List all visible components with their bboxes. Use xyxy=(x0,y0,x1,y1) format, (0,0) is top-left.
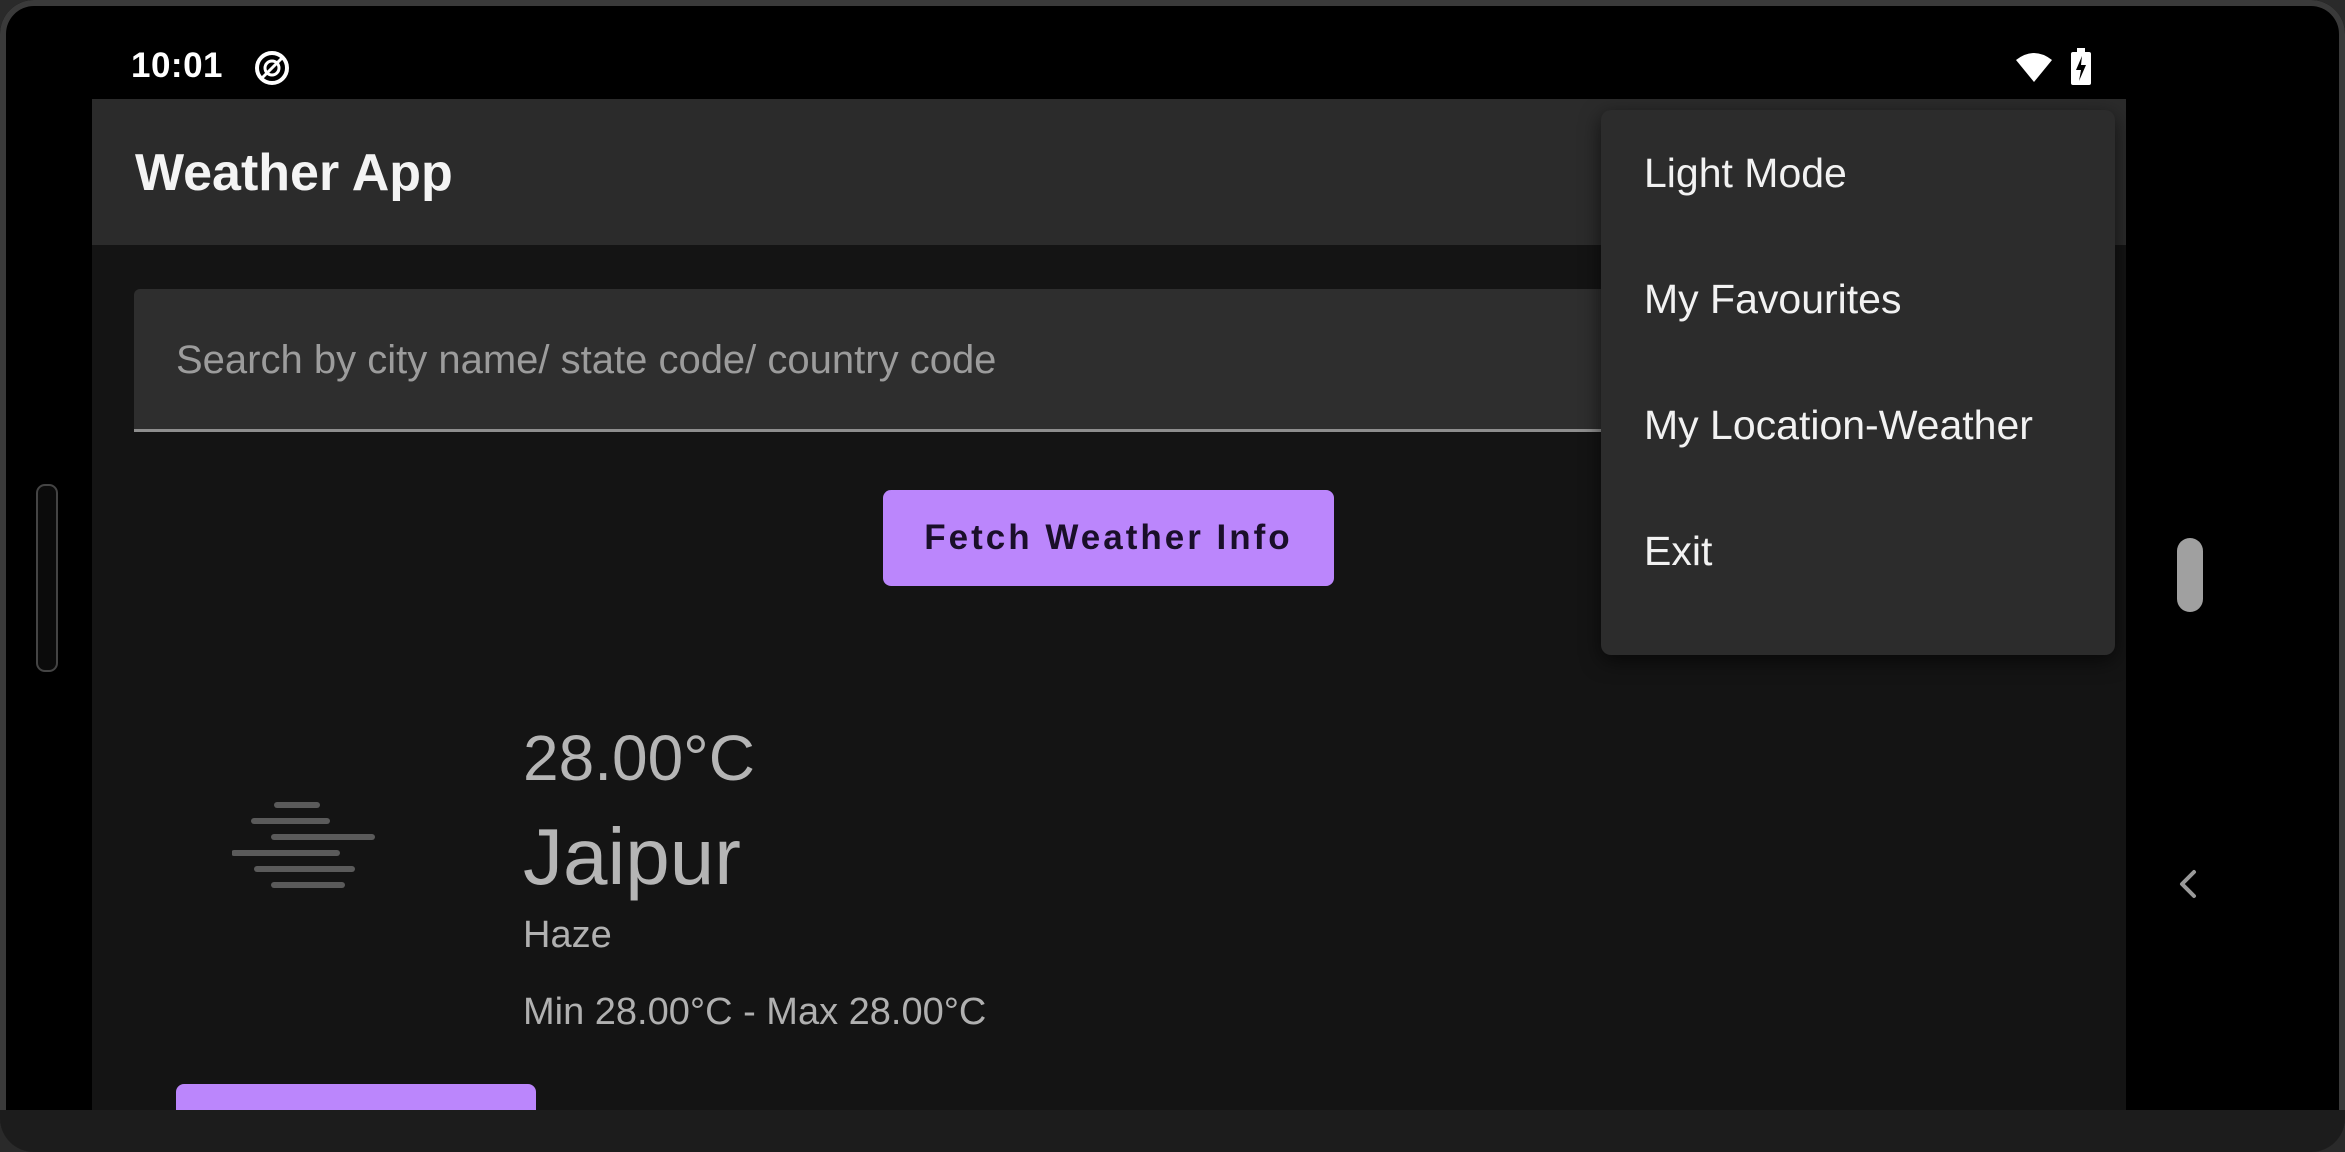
app-title: Weather App xyxy=(135,144,453,202)
min-max-temperature: Min 28.00°C - Max 28.00°C xyxy=(523,991,987,1033)
menu-item-label: Light Mode xyxy=(1644,150,1847,196)
weather-condition: Haze xyxy=(523,914,612,956)
scrollbar-thumb[interactable] xyxy=(2177,538,2203,612)
device-bottom-edge xyxy=(0,1110,2345,1152)
menu-item-light-mode[interactable]: Light Mode xyxy=(1601,110,2115,236)
fetch-weather-button[interactable]: Fetch Weather Info xyxy=(883,490,1334,586)
haze-icon xyxy=(232,802,375,888)
menu-item-exit[interactable]: Exit xyxy=(1601,488,2115,614)
data-saver-icon xyxy=(255,51,289,85)
chevron-left-icon[interactable] xyxy=(2174,866,2202,902)
menu-item-my-location-weather[interactable]: My Location-Weather xyxy=(1601,362,2115,488)
temperature: 28.00°C xyxy=(523,722,755,794)
overflow-menu: Light Mode My Favourites My Location-Wea… xyxy=(1601,110,2115,655)
city-name: Jaipur xyxy=(523,812,741,901)
wifi-icon xyxy=(2016,53,2052,82)
side-hardware-button xyxy=(36,484,58,672)
menu-item-label: My Location-Weather xyxy=(1644,402,2033,448)
status-bar: 10:01 xyxy=(0,0,2345,100)
menu-item-my-favourites[interactable]: My Favourites xyxy=(1601,236,2115,362)
battery-charging-icon xyxy=(2071,48,2091,85)
status-time: 10:01 xyxy=(131,46,224,85)
device-frame: 10:01 Weather App Fetch Weather Info xyxy=(0,0,2345,1152)
menu-item-label: My Favourites xyxy=(1644,276,1902,322)
menu-item-label: Exit xyxy=(1644,528,1713,574)
